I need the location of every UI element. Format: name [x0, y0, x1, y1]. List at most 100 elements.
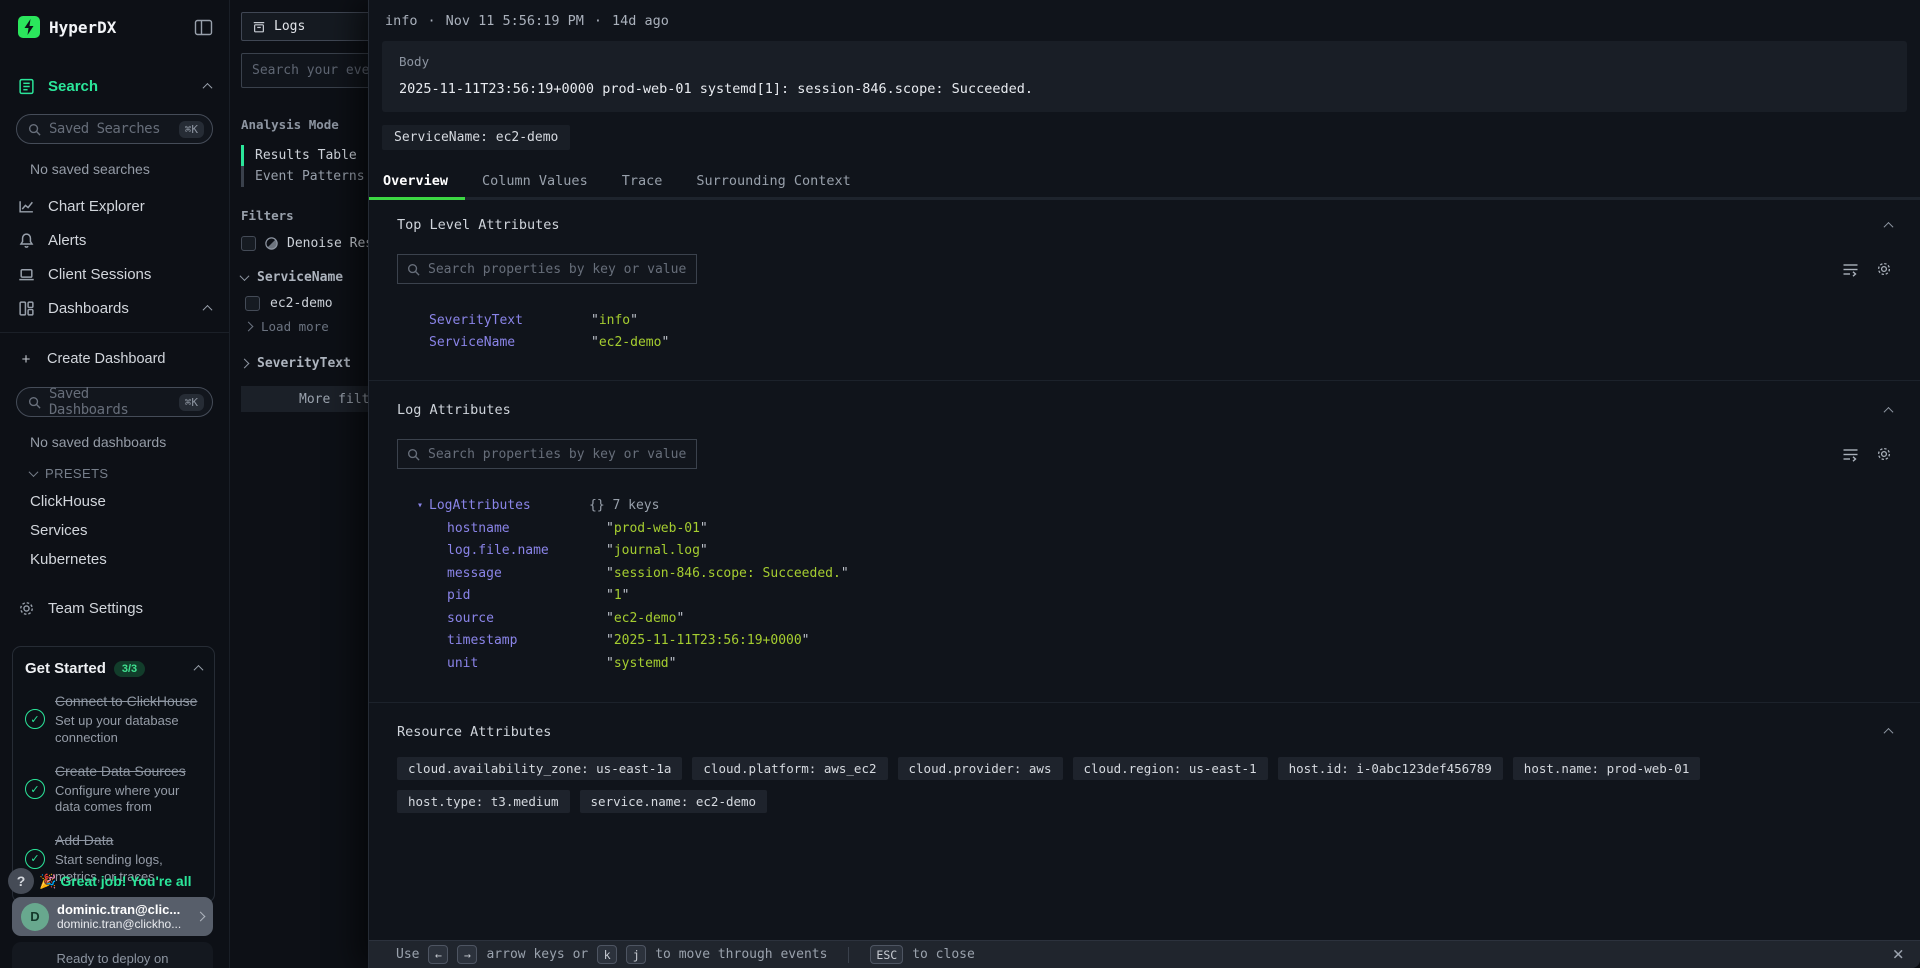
attribute-key[interactable]: LogAttributes: [429, 498, 589, 513]
attribute-row: SeverityText info: [429, 309, 1892, 331]
collapse-section-icon[interactable]: [1884, 221, 1894, 231]
chevron-up-icon[interactable]: [203, 82, 213, 92]
sidebar-item-alerts[interactable]: Alerts: [0, 228, 229, 252]
more-filters-button[interactable]: More filters: [241, 386, 368, 412]
sidebar-item-chart-explorer[interactable]: Chart Explorer: [0, 194, 229, 218]
resource-chip[interactable]: host.id: i-0abc123def456789: [1278, 757, 1503, 780]
sidebar-item-search[interactable]: Search: [0, 74, 229, 98]
mode-results-table[interactable]: Results Table: [241, 145, 368, 166]
attribute-value[interactable]: 2025-11-11T23:56:19+0000: [606, 633, 810, 648]
divider: [848, 947, 849, 963]
attribute-key[interactable]: log.file.name: [447, 543, 606, 558]
section-top-level-attributes: Top Level Attributes Search properties b…: [369, 196, 1920, 380]
help-button[interactable]: ?: [8, 868, 34, 894]
user-menu[interactable]: D dominic.tran@clic... dominic.tran@clic…: [12, 897, 213, 936]
denoise-row: Denoise Results: [241, 236, 368, 251]
sidebar-item-client-sessions[interactable]: Client Sessions: [0, 262, 229, 286]
mode-event-patterns[interactable]: Event Patterns: [241, 166, 368, 187]
attribute-value[interactable]: journal.log: [606, 543, 708, 558]
collapse-section-icon[interactable]: [1884, 728, 1894, 738]
source-selector-label: Logs: [274, 19, 305, 34]
shortcut-badge: ⌘K: [179, 121, 204, 138]
get-started-item[interactable]: ✓ Connect to ClickHouse Set up your data…: [25, 692, 202, 747]
attribute-row: message session-846.scope: Succeeded.: [397, 562, 1892, 585]
saved-dashboards-input[interactable]: Saved Dashboards ⌘K: [16, 387, 213, 417]
attribute-key[interactable]: SeverityText: [429, 313, 591, 328]
event-search-input[interactable]: Search your events: [241, 53, 368, 88]
k-key: k: [597, 945, 617, 964]
property-search-input[interactable]: Search properties by key or value: [397, 254, 697, 284]
sidebar-item-team-settings[interactable]: Team Settings: [0, 596, 229, 620]
attribute-key[interactable]: unit: [447, 656, 606, 671]
attribute-value[interactable]: session-846.scope: Succeeded.: [606, 566, 849, 581]
collapse-section-icon[interactable]: [1884, 406, 1894, 416]
get-started-item[interactable]: ✓ Create Data Sources Configure where yo…: [25, 762, 202, 817]
tab-trace[interactable]: Trace: [605, 167, 680, 197]
resource-chip[interactable]: host.name: prod-web-01: [1513, 757, 1701, 780]
collapse-sidebar-icon[interactable]: [194, 19, 213, 36]
tab-overview[interactable]: Overview: [369, 167, 465, 197]
sidebar-item-dashboards[interactable]: Dashboards: [0, 296, 229, 320]
attribute-row: source ec2-demo: [397, 607, 1892, 630]
chevron-up-icon[interactable]: [203, 304, 213, 314]
attribute-value[interactable]: ec2-demo: [591, 335, 669, 350]
attribute-value[interactable]: ec2-demo: [606, 611, 684, 626]
resource-chip[interactable]: cloud.platform: aws_ec2: [692, 757, 887, 780]
wrap-lines-icon[interactable]: [1842, 447, 1859, 462]
ec2-demo-checkbox[interactable]: [245, 296, 260, 311]
attribute-value[interactable]: 1: [606, 588, 629, 603]
body-card: Body 2025-11-11T23:56:19+0000 prod-web-0…: [382, 41, 1907, 112]
filter-value-row: ec2-demo: [241, 296, 368, 311]
sidebar-item-label: Search: [48, 78, 191, 95]
attribute-key[interactable]: timestamp: [447, 633, 606, 648]
arrow-left-key: ←: [428, 945, 448, 964]
chevron-up-icon[interactable]: [194, 665, 204, 675]
preset-item-clickhouse[interactable]: ClickHouse: [30, 493, 229, 510]
property-search-input[interactable]: Search properties by key or value: [397, 439, 697, 469]
load-more-button[interactable]: Load more: [241, 319, 368, 334]
caret-down-icon[interactable]: ▾: [417, 500, 429, 511]
service-name-tag[interactable]: ServiceName: ec2-demo: [382, 125, 570, 150]
attribute-value[interactable]: prod-web-01: [606, 521, 708, 536]
get-started-card: Get Started 3/3 ✓ Connect to ClickHouse …: [12, 646, 215, 903]
brand-row: HyperDX: [0, 0, 229, 38]
resource-chip[interactable]: service.name: ec2-demo: [580, 790, 768, 813]
gear-icon[interactable]: [1876, 446, 1892, 462]
laptop-icon: [18, 266, 35, 283]
attribute-key[interactable]: source: [447, 611, 606, 626]
attribute-key[interactable]: message: [447, 566, 606, 581]
sidebar: HyperDX Search Saved Searches ⌘K No save…: [0, 0, 230, 968]
attribute-key[interactable]: ServiceName: [429, 335, 591, 350]
close-icon[interactable]: ×: [1893, 945, 1904, 964]
resource-chip[interactable]: cloud.region: us-east-1: [1073, 757, 1268, 780]
bell-icon: [18, 232, 35, 249]
tab-surrounding-context[interactable]: Surrounding Context: [679, 167, 867, 197]
check-circle-icon: ✓: [25, 779, 45, 799]
footer-text: to move through events: [655, 947, 827, 962]
preset-item-services[interactable]: Services: [30, 522, 229, 539]
resource-chip[interactable]: cloud.provider: aws: [898, 757, 1063, 780]
filter-group-label: SeverityText: [257, 356, 351, 371]
gear-icon[interactable]: [1876, 261, 1892, 277]
create-dashboard-button[interactable]: + Create Dashboard: [0, 347, 229, 371]
attribute-value[interactable]: info: [591, 313, 638, 328]
attribute-key[interactable]: pid: [447, 588, 606, 603]
attribute-value[interactable]: systemd: [606, 656, 676, 671]
source-selector-button[interactable]: Logs: [241, 12, 368, 41]
resource-chip[interactable]: host.type: t3.medium: [397, 790, 570, 813]
no-saved-dashboards-text: No saved dashboards: [30, 434, 229, 450]
preset-item-kubernetes[interactable]: Kubernetes: [30, 551, 229, 568]
wrap-lines-icon[interactable]: [1842, 262, 1859, 277]
attribute-tree-root[interactable]: ▾ LogAttributes {} 7 keys: [397, 494, 1892, 517]
filter-group-severitytext[interactable]: SeverityText: [241, 356, 368, 371]
tab-column-values[interactable]: Column Values: [465, 167, 605, 197]
denoise-checkbox[interactable]: [241, 236, 256, 251]
saved-searches-input[interactable]: Saved Searches ⌘K: [16, 114, 213, 144]
resource-chip[interactable]: cloud.availability_zone: us-east-1a: [397, 757, 682, 780]
task-subtitle: Configure where your data comes from: [55, 783, 202, 817]
filter-group-servicename[interactable]: ServiceName: [241, 270, 368, 285]
filter-value-label: ec2-demo: [270, 296, 333, 311]
attribute-key[interactable]: hostname: [447, 521, 606, 536]
presets-toggle[interactable]: PRESETS: [30, 466, 229, 481]
body-label: Body: [399, 54, 1890, 69]
